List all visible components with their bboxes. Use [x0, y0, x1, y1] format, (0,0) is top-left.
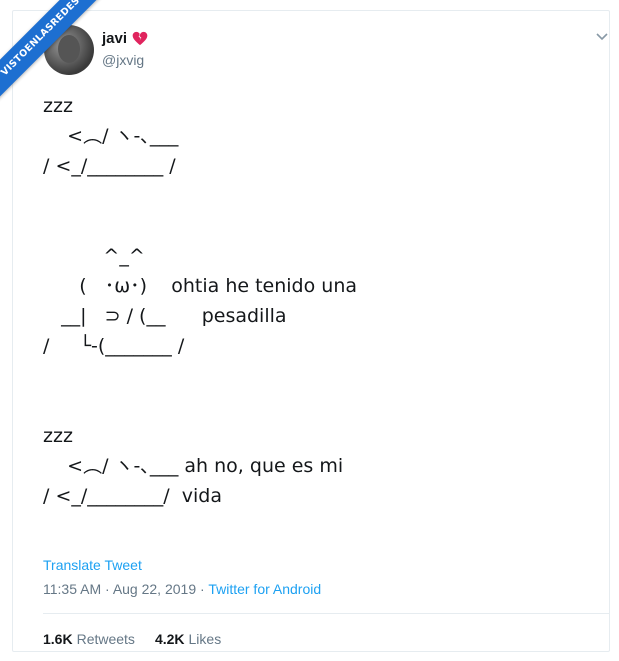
- tweet-card: javi @jxvig zzz <︵/ ヽ-､___ / <_/________…: [12, 10, 610, 652]
- translate-tweet-link[interactable]: Translate Tweet: [43, 557, 142, 573]
- retweets-label: Retweets: [76, 631, 135, 647]
- tweet-stats: 1.6K Retweets 4.2K Likes: [43, 631, 221, 647]
- tweet-metadata: 11:35 AM · Aug 22, 2019 · Twitter for An…: [43, 581, 321, 597]
- display-name[interactable]: javi: [102, 30, 127, 47]
- tweet-date[interactable]: Aug 22, 2019: [113, 581, 196, 597]
- divider: [43, 613, 609, 614]
- likes-stat[interactable]: 4.2K Likes: [155, 631, 221, 647]
- meta-separator: ·: [200, 581, 205, 597]
- likes-count: 4.2K: [154, 631, 185, 647]
- likes-label: Likes: [188, 631, 222, 647]
- tweet-time[interactable]: 11:35 AM: [43, 581, 101, 597]
- author-name-row[interactable]: javi: [102, 30, 148, 47]
- retweets-stat[interactable]: 1.6K Retweets: [43, 631, 135, 647]
- tweet-source-link[interactable]: Twitter for Android: [208, 581, 321, 597]
- chevron-down-icon[interactable]: [596, 33, 608, 41]
- broken-heart-icon: [132, 31, 148, 46]
- tweet-text: zzz <︵/ ヽ-､___ / <_/________ / ^_^ ( ･ω･…: [43, 95, 358, 507]
- meta-separator: ·: [105, 581, 110, 597]
- user-handle[interactable]: @jxvig: [102, 52, 144, 68]
- retweets-count: 1.6K: [43, 631, 73, 647]
